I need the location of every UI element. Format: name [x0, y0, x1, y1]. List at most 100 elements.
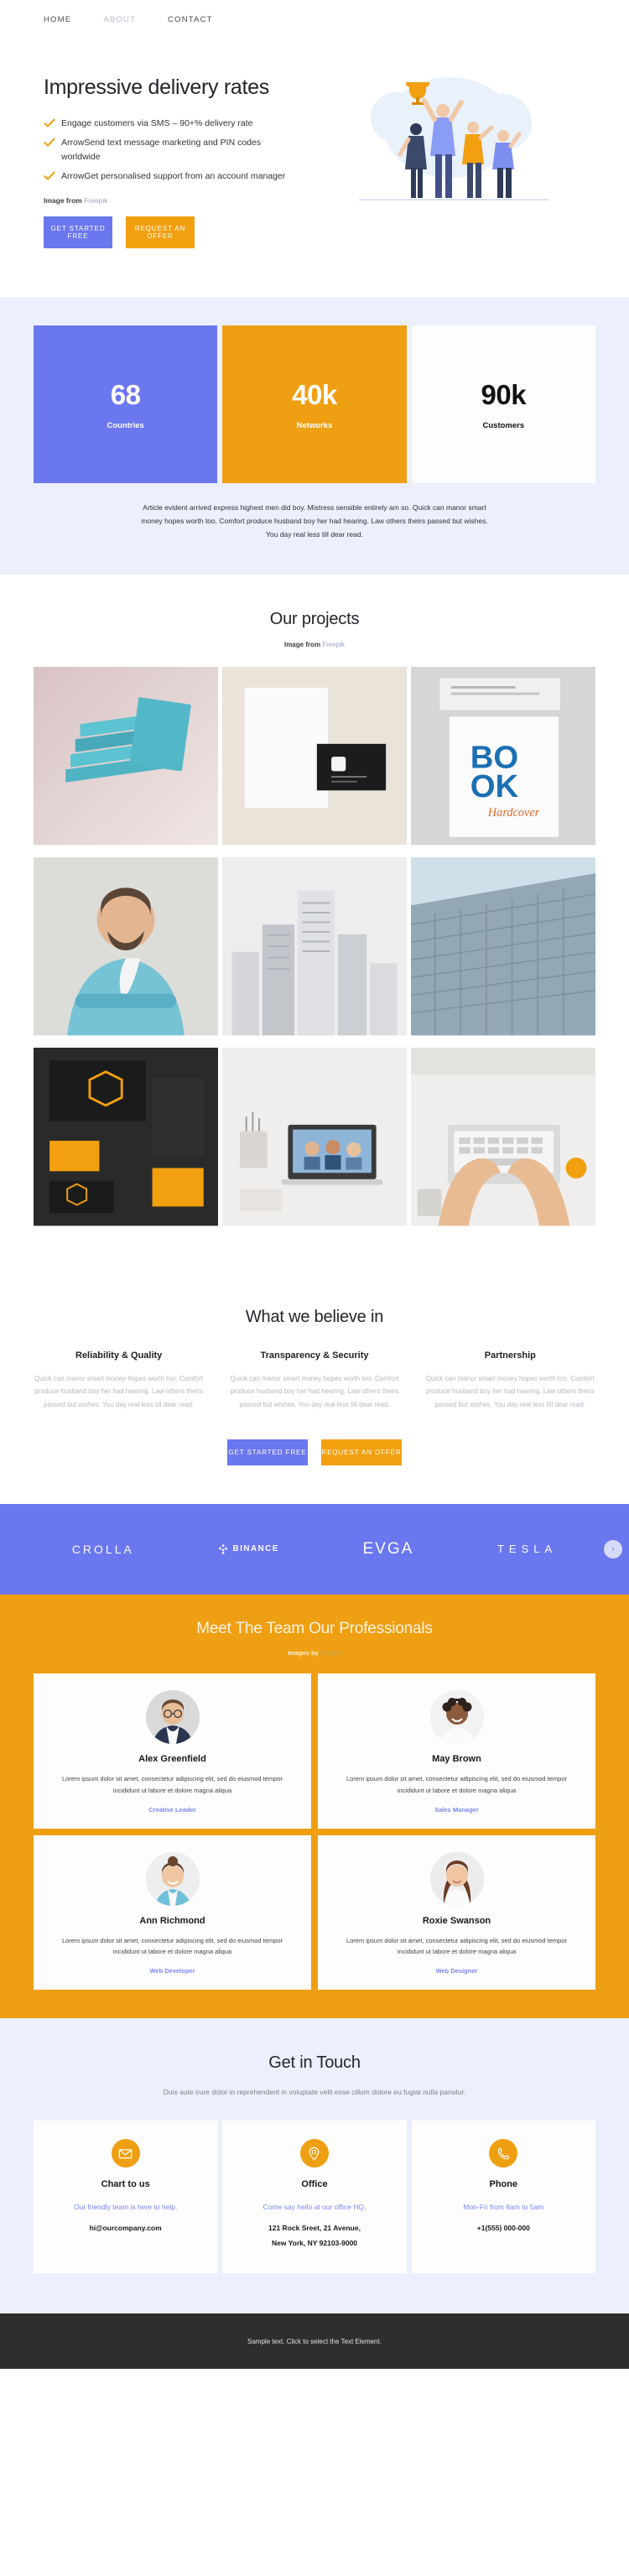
stat-number: 68 — [110, 378, 141, 410]
project-thumb-city-skyscrapers[interactable] — [222, 857, 407, 1043]
hero-button-row: GET STARTED FREE REQUEST AN OFFER — [44, 216, 295, 249]
credit-prefix: Image from — [44, 196, 82, 206]
contact-card-value[interactable]: +1(555) 000-000 — [424, 2221, 584, 2236]
believe-title: What we believe in — [245, 1308, 384, 1327]
stat-number: 90k — [481, 378, 527, 410]
hero-title: Impressive delivery rates — [44, 75, 269, 99]
avatar-woman-bun-blue-shirt — [145, 1851, 200, 1906]
contact-section: Get in Touch Duis aute irure dolor in re… — [0, 2018, 629, 2314]
stats-section: 68 Countries 40k Networks 90k Customers … — [0, 297, 629, 575]
binance-diamond-icon — [219, 1543, 228, 1554]
hero-section: Impressive delivery rates Engage custome… — [0, 39, 629, 298]
contact-cards: Chart to us Our friendly team is here to… — [34, 2121, 595, 2274]
project-thumb-book-hardcover[interactable]: BO OK Hardcover — [411, 667, 595, 853]
stat-card-networks: 40k Networks — [222, 325, 407, 484]
team-section: Meet The Team Our Professionals Images b… — [0, 1594, 629, 2019]
team-member-card: Alex Greenfield Lorem ipsum dolor sit am… — [34, 1673, 311, 1829]
believe-text: Quick can manor smart money hopes worth … — [425, 1375, 595, 1408]
avatar-man-glasses-suit — [145, 1689, 200, 1744]
projects-section: Our projects Image from Freepik BO OK Ha… — [0, 575, 629, 1275]
project-thumb-bearded-man-portrait[interactable] — [34, 857, 218, 1043]
phone-icon — [489, 2139, 518, 2168]
contact-card-note[interactable]: Our friendly team is here to help. — [45, 2203, 205, 2211]
landing-page: HOME ABOUT CONTACT Impressive delivery r… — [0, 0, 629, 2370]
carousel-next-icon[interactable]: › — [604, 1539, 622, 1559]
stat-card-customers: 90k Customers — [411, 325, 595, 484]
stat-label: Networks — [296, 420, 333, 430]
team-member-card: May Brown Lorem ipsum dolor sit amet, co… — [318, 1673, 595, 1829]
member-name: Alex Greenfield — [138, 1753, 206, 1764]
credit-prefix: Images by — [288, 1648, 319, 1657]
nav-item-about[interactable]: ABOUT — [103, 15, 136, 24]
nav-item-contact[interactable]: CONTACT — [168, 15, 213, 24]
avatar-woman-long-brown-hair — [429, 1851, 484, 1906]
team-credit: Images by Freepik — [34, 1649, 595, 1657]
team-member-card: Ann Richmond Lorem ipsum dolor sit amet,… — [34, 1834, 311, 1991]
svg-text:OK: OK — [470, 768, 519, 804]
member-description: Lorem ipsum dolor sit amet, consectetur … — [61, 1774, 283, 1794]
team-member-card: Roxie Swanson Lorem ipsum dolor sit amet… — [318, 1834, 595, 1991]
contact-card-value-line1: 121 Rock Sreet, 21 Avenue, — [268, 2224, 361, 2233]
credit-link[interactable]: Freepik — [320, 1649, 341, 1657]
check-icon — [44, 117, 55, 129]
member-description: Lorem ipsum dolor sit amet, consectetur … — [61, 1936, 283, 1956]
bullet-text: Engage customers via SMS – 90+% delivery… — [61, 118, 253, 128]
contact-card-title: Office — [301, 2179, 328, 2190]
logo-evga[interactable]: EVGA — [362, 1540, 413, 1559]
logo-crolla[interactable]: CROLLA — [72, 1543, 134, 1556]
member-name: Ann Richmond — [139, 1915, 205, 1926]
hero-illustration-wrap — [295, 57, 595, 218]
check-icon — [44, 170, 55, 182]
member-role[interactable]: Web Developer — [49, 1967, 296, 1975]
contact-card-value-line2: New York, NY 92103-9000 — [271, 2239, 358, 2248]
believe-columns: Reliability & Quality Quick can manor sm… — [34, 1350, 595, 1411]
contact-card-value[interactable]: hi@ourcompany.com — [45, 2221, 205, 2236]
logo-tesla[interactable]: TESLA — [497, 1543, 557, 1555]
hero-bullet-list: Engage customers via SMS – 90+% delivery… — [44, 117, 295, 183]
believe-column-transparency: Transparency & Security Quick can manor … — [229, 1350, 399, 1411]
list-item: Engage customers via SMS – 90+% delivery… — [44, 117, 295, 130]
member-name: Roxie Swanson — [422, 1915, 491, 1926]
request-an-offer-button[interactable]: REQUEST AN OFFER — [126, 216, 195, 249]
believe-heading: Partnership — [484, 1350, 536, 1361]
project-thumb-dark-orange-branding[interactable] — [34, 1048, 218, 1234]
member-role[interactable]: Sales Manager — [333, 1806, 580, 1814]
believe-text: Quick can manor smart money hopes worth … — [34, 1375, 204, 1408]
credit-prefix: Image from — [283, 641, 321, 649]
project-thumb-stacked-teal-books[interactable] — [34, 667, 218, 853]
nav-item-home[interactable]: HOME — [44, 15, 71, 24]
contact-card-note[interactable]: Come say hello at our office HQ. — [234, 2203, 394, 2211]
contact-subtitle: Duis aute irure dolor in reprehenderit i… — [163, 2088, 466, 2097]
bullet-text: ArrowGet personalised support from an ac… — [61, 170, 286, 181]
contact-card-note[interactable]: Mon-Fri from 8am to 5am — [424, 2203, 584, 2211]
project-thumb-business-card-mockup[interactable] — [222, 667, 407, 853]
project-thumb-hands-typing-laptop[interactable] — [411, 1048, 595, 1234]
footer-text[interactable]: Sample text. Click to select the Text El… — [247, 2338, 382, 2345]
request-an-offer-button[interactable]: REQUEST AN OFFER — [321, 1439, 402, 1465]
believe-heading: Transparency & Security — [260, 1350, 369, 1361]
believe-heading: Reliability & Quality — [75, 1350, 163, 1361]
credit-link[interactable]: Freepik — [322, 641, 345, 648]
member-role[interactable]: Web Designer — [333, 1967, 580, 1975]
contact-card-phone: Phone Mon-Fri from 8am to 5am +1(555) 00… — [411, 2121, 595, 2274]
stat-label: Customers — [482, 420, 525, 430]
member-role[interactable]: Creative Leader — [49, 1806, 296, 1814]
projects-grid: BO OK Hardcover — [34, 667, 595, 1234]
credit-link[interactable]: Freepik — [84, 196, 107, 205]
logo-binance[interactable]: BINANCE — [217, 1543, 278, 1555]
get-started-free-button[interactable]: GET STARTED FREE — [44, 216, 112, 249]
hero-image-credit: Image from Freepik — [44, 196, 295, 205]
avatar-woman-curly-hair — [429, 1689, 484, 1744]
contact-card-title: Chart to us — [101, 2179, 150, 2190]
partner-logos-carousel: CROLLA BINANCE EVGA TESLA › — [0, 1503, 629, 1595]
projects-title: Our projects — [269, 610, 360, 629]
contact-card-chat: Chart to us Our friendly team is here to… — [34, 2121, 218, 2274]
believe-button-row: GET STARTED FREE REQUEST AN OFFER — [34, 1439, 595, 1465]
page-footer: Sample text. Click to select the Text El… — [0, 2313, 629, 2370]
stats-description: Article evident arrived express highest … — [141, 503, 488, 539]
hero-content: Impressive delivery rates Engage custome… — [44, 57, 295, 249]
project-thumb-modern-glass-building[interactable] — [411, 857, 595, 1043]
get-started-free-button[interactable]: GET STARTED FREE — [227, 1439, 308, 1465]
list-item: ArrowGet personalised support from an ac… — [44, 169, 295, 183]
project-thumb-desk-laptop-workspace[interactable] — [222, 1048, 407, 1234]
